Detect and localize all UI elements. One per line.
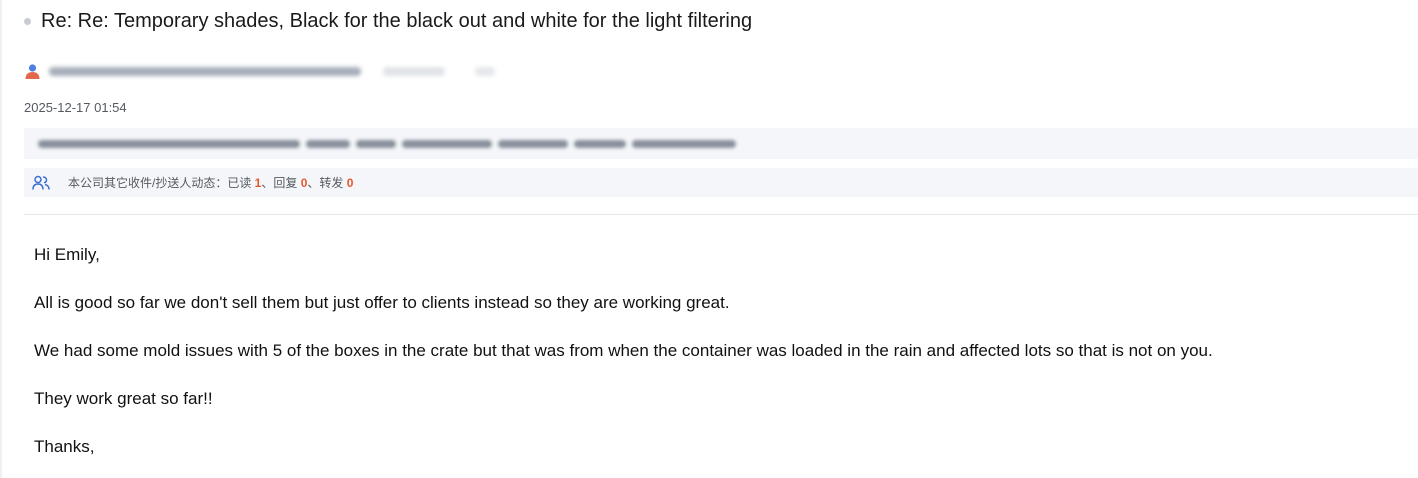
email-date: 2025-12-17 01:54	[24, 100, 127, 115]
subject-row: Re: Re: Temporary shades, Black for the …	[24, 10, 752, 33]
activity-label: 本公司其它收件/抄送人动态：已读	[68, 176, 255, 190]
body-line: All is good so far we don't sell them bu…	[34, 293, 730, 312]
header-divider	[24, 214, 1418, 215]
body-line: They work great so far!!	[34, 389, 213, 408]
left-rule	[0, 0, 2, 478]
body-line: We had some mold issues with 5 of the bo…	[34, 341, 1213, 360]
unread-dot-icon	[24, 18, 31, 25]
sender-address-redacted	[49, 67, 495, 76]
recipient-activity-bar[interactable]: 本公司其它收件/抄送人动态：已读 1、回复 0、转发 0	[24, 168, 1418, 197]
email-subject: Re: Re: Temporary shades, Black for the …	[41, 10, 753, 32]
body-line: Hi Emily,	[34, 245, 100, 264]
person-icon	[25, 64, 40, 79]
forward-count[interactable]: 0	[347, 176, 354, 190]
activity-summary: 本公司其它收件/抄送人动态：已读 1、回复 0、转发 0	[68, 174, 353, 191]
forward-label: 、转发	[307, 176, 347, 190]
body-line: Thanks,	[34, 437, 95, 456]
people-icon	[32, 175, 50, 190]
email-view: Re: Re: Temporary shades, Black for the …	[0, 0, 1418, 478]
recipients-row-redacted	[24, 128, 1418, 159]
sender-row[interactable]	[24, 63, 495, 80]
reply-label: 、回复	[261, 176, 301, 190]
email-body: Hi Emily, All is good so far we don't se…	[34, 244, 1404, 478]
